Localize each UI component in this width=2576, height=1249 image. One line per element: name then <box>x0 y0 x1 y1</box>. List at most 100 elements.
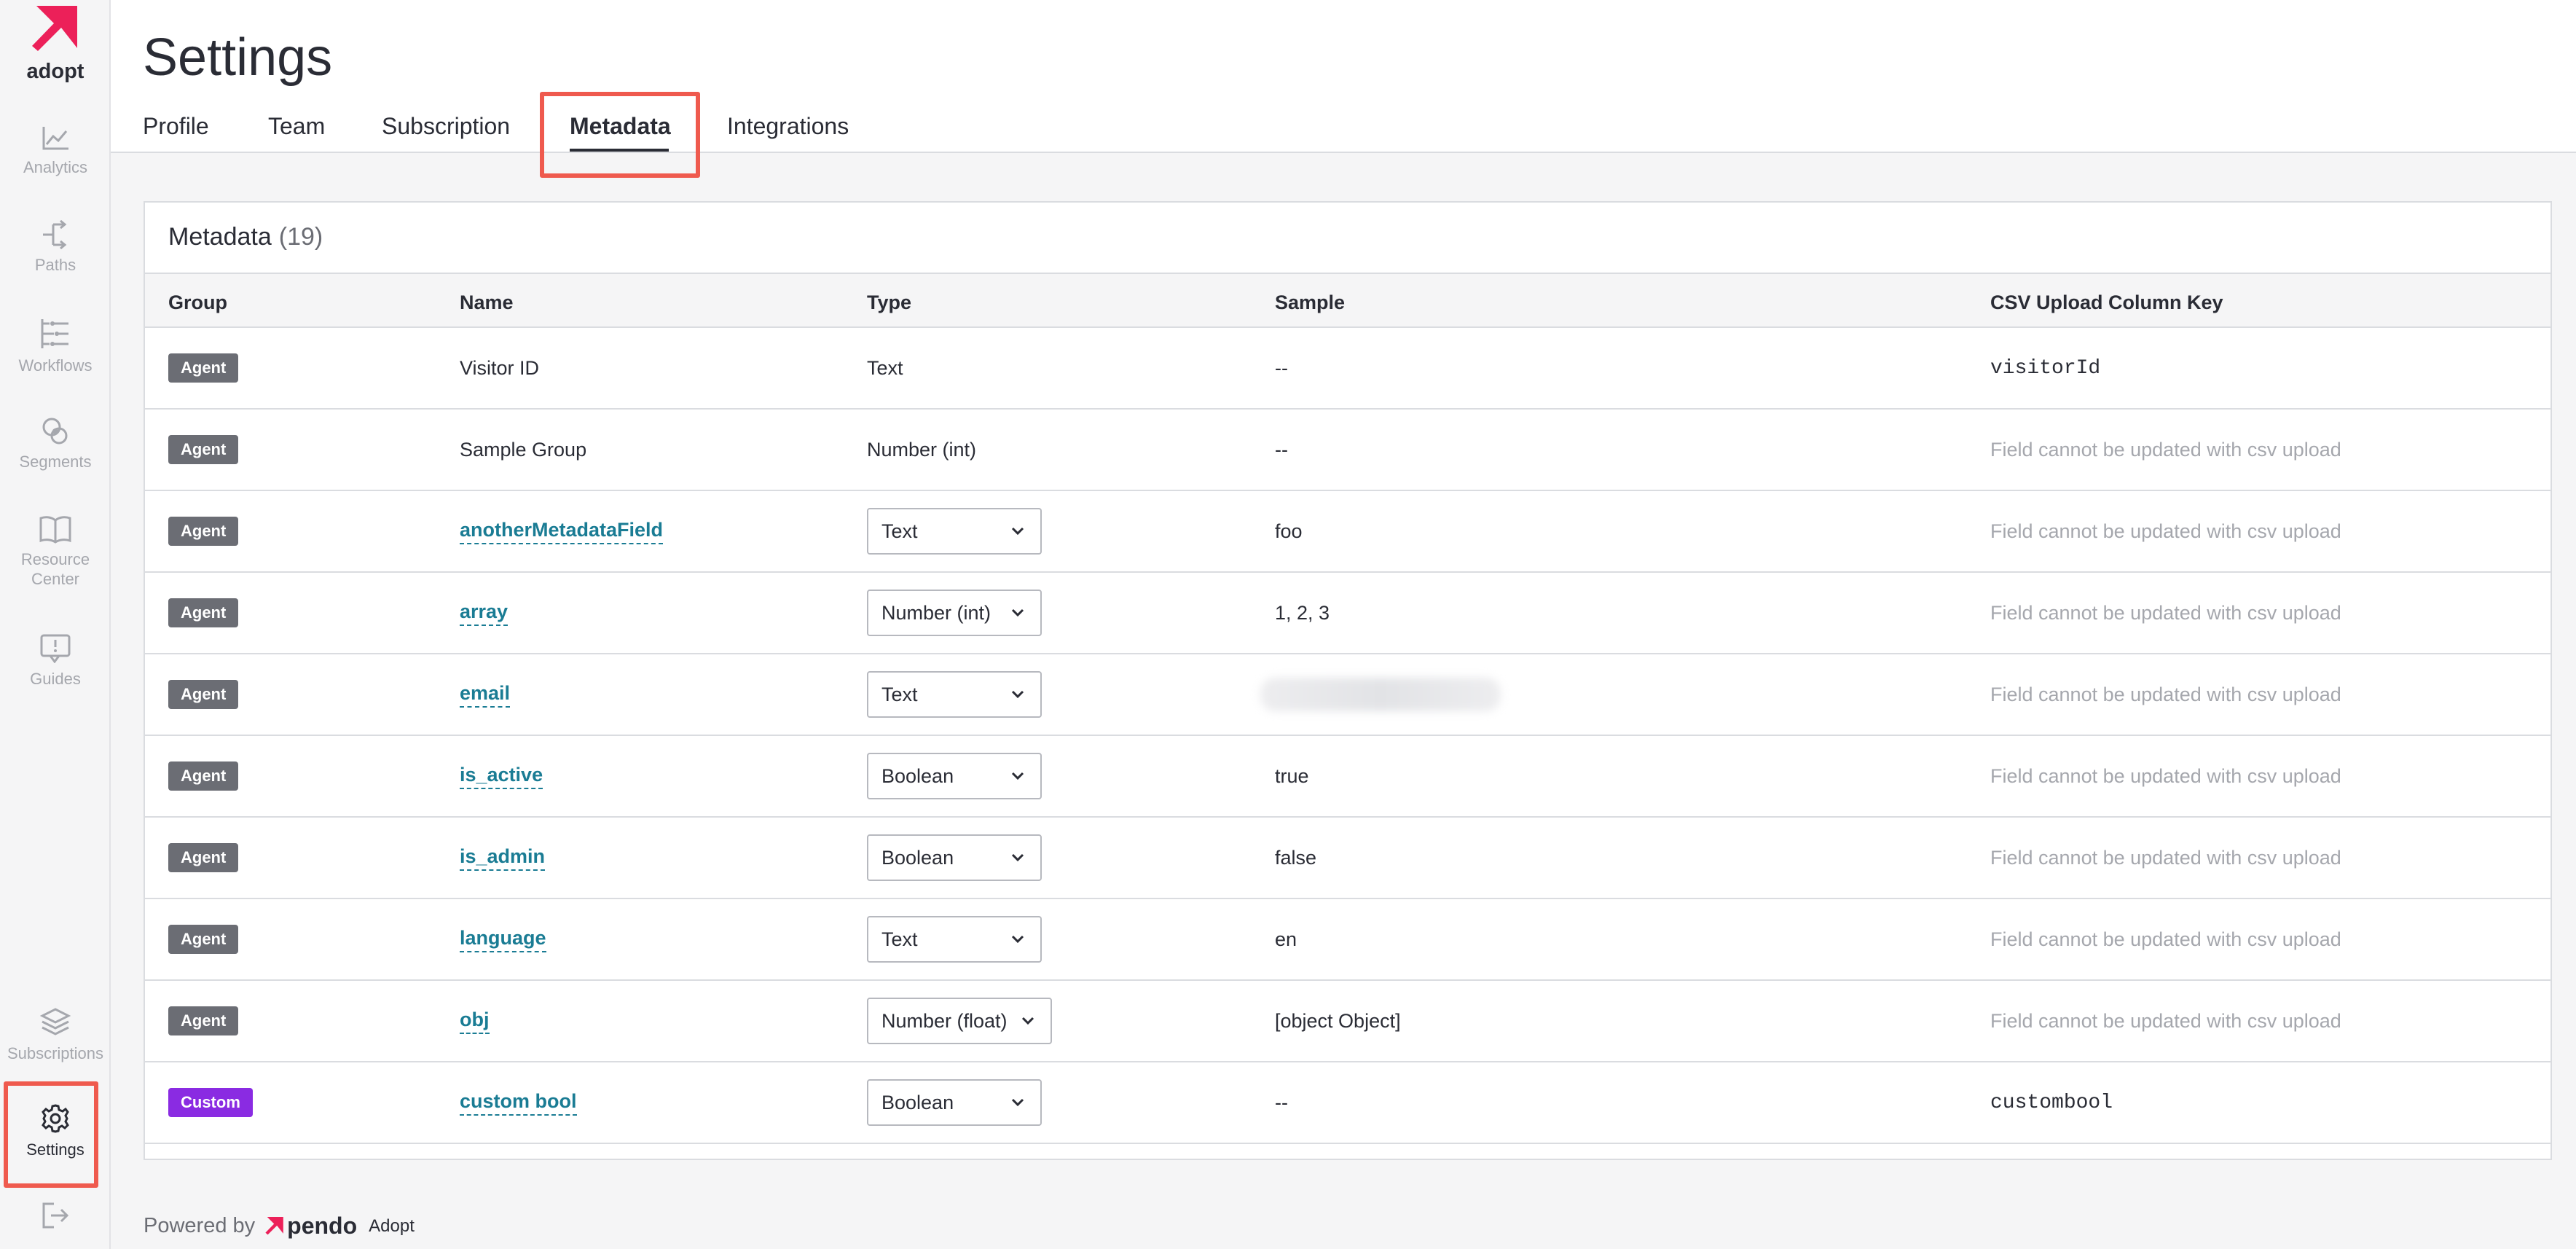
group-badge: Agent <box>168 435 239 464</box>
table-row: Agent anotherMetadataField Text foo Fiel… <box>145 491 2551 573</box>
metadata-type: Text <box>867 356 903 379</box>
metadata-name: Sample Group <box>460 438 587 461</box>
metadata-sample: foo <box>1275 520 1303 542</box>
metadata-name-link[interactable]: custom bool <box>460 1090 577 1116</box>
table-row: Custom custom bool Boolean -- custombool <box>145 1062 2551 1144</box>
sidebar-item-label: Subscriptions <box>7 1044 104 1062</box>
product-name: Adopt <box>369 1215 415 1236</box>
page-title: Settings <box>143 28 333 87</box>
group-badge: Agent <box>168 925 239 954</box>
column-header-type: Type <box>867 291 912 313</box>
table-row: Agent language Text en Field cannot be u… <box>145 899 2551 981</box>
type-select-value: Text <box>881 928 918 950</box>
chevron-down-icon <box>1011 935 1024 944</box>
metadata-card: Metadata (19) Group Name Type Sample CSV … <box>144 201 2552 1160</box>
csv-column-key: visitorId <box>1990 356 2101 380</box>
card-title: Metadata (19) <box>168 223 323 251</box>
type-select-value: Text <box>881 683 918 705</box>
csv-column-key: Field cannot be updated with csv upload <box>1990 438 2341 461</box>
card-title-text: Metadata <box>168 223 272 251</box>
metadata-sample: -- <box>1275 356 1288 379</box>
sidebar-item-label: Segments <box>19 453 92 471</box>
metadata-name-link[interactable]: array <box>460 600 508 626</box>
table-row: Agent is_active Boolean true Field canno… <box>145 736 2551 818</box>
metadata-sample: false <box>1275 846 1317 869</box>
type-select[interactable]: Boolean <box>867 753 1042 799</box>
segments-icon <box>42 418 68 445</box>
tab-subscription[interactable]: Subscription <box>382 113 510 140</box>
metadata-name-link[interactable]: language <box>460 927 546 952</box>
type-select-value: Number (float) <box>881 1009 1008 1032</box>
csv-column-key: Field cannot be updated with csv upload <box>1990 928 2341 950</box>
metadata-name-link[interactable]: is_admin <box>460 845 546 871</box>
csv-column-key: Field cannot be updated with csv upload <box>1990 846 2341 869</box>
chevron-down-icon <box>1011 1098 1024 1107</box>
csv-column-key: Field cannot be updated with csv upload <box>1990 1009 2341 1032</box>
table-row: Agent array Number (int) 1, 2, 3 Field c… <box>145 573 2551 654</box>
chevron-down-icon <box>1011 527 1024 536</box>
group-badge: Agent <box>168 1006 239 1035</box>
group-badge: Agent <box>168 517 239 546</box>
type-select[interactable]: Text <box>867 916 1042 963</box>
metadata-name-link[interactable]: email <box>460 682 511 708</box>
sidebar-item-label: Workflows <box>18 356 93 375</box>
type-select[interactable]: Boolean <box>867 1079 1042 1126</box>
metadata-sample: -- <box>1275 1091 1288 1113</box>
page-header: Settings Profile Team Subscription Metad… <box>111 0 2576 178</box>
subscriptions-icon <box>40 1008 71 1035</box>
footer: Powered by pendo Adopt <box>144 1213 415 1240</box>
group-badge: Agent <box>168 353 239 383</box>
sidebar: adopt Analytics Paths Workflows Segments… <box>0 0 111 1249</box>
type-select[interactable]: Number (float) <box>867 998 1052 1044</box>
type-select-value: Boolean <box>881 846 954 869</box>
pendo-logo-icon <box>32 6 77 51</box>
type-select[interactable]: Text <box>867 671 1042 718</box>
powered-by-label: Powered by <box>144 1214 256 1237</box>
table-row: Agent Sample Group Number (int) -- Field… <box>145 410 2551 491</box>
logout-icon <box>42 1202 69 1229</box>
table-row: Agent obj Number (float) [object Object]… <box>145 981 2551 1062</box>
logout-button[interactable] <box>0 1201 111 1236</box>
sidebar-item-guides[interactable]: Guides <box>0 634 111 689</box>
metadata-sample: en <box>1275 928 1297 950</box>
column-header-name: Name <box>460 291 514 313</box>
redacted-sample <box>1260 678 1501 711</box>
metadata-type: Number (int) <box>867 438 977 461</box>
app-logo[interactable]: adopt <box>0 6 111 84</box>
metadata-sample: 1, 2, 3 <box>1275 601 1330 624</box>
metadata-name-link[interactable]: anotherMetadataField <box>460 519 664 544</box>
csv-column-key: Field cannot be updated with csv upload <box>1990 764 2341 787</box>
type-select[interactable]: Number (int) <box>867 590 1042 636</box>
group-badge: Agent <box>168 761 239 791</box>
csv-column-key: Field cannot be updated with csv upload <box>1990 601 2341 624</box>
metadata-name-link[interactable]: is_active <box>460 764 543 789</box>
pendo-logo-icon <box>265 1216 283 1234</box>
metadata-sample: [object Object] <box>1275 1009 1401 1032</box>
metadata-name-link[interactable]: obj <box>460 1009 490 1034</box>
table-row: Agent email Text Field cannot be updated… <box>145 654 2551 736</box>
group-badge: Agent <box>168 843 239 872</box>
sidebar-item-label: Resource Center <box>20 550 90 588</box>
sidebar-item-workflows[interactable]: Workflows <box>0 318 111 375</box>
sidebar-item-paths[interactable]: Paths <box>0 220 111 275</box>
metadata-tab-highlight <box>540 92 700 178</box>
tab-integrations[interactable]: Integrations <box>727 113 849 140</box>
sidebar-item-label: Guides <box>30 670 81 688</box>
type-select[interactable]: Boolean <box>867 834 1042 881</box>
pendo-brand: pendo Adopt <box>265 1213 415 1240</box>
brand-name: pendo <box>287 1213 358 1239</box>
type-select-value: Boolean <box>881 764 954 787</box>
tab-team[interactable]: Team <box>268 113 325 140</box>
sidebar-item-segments[interactable]: Segments <box>0 417 111 471</box>
csv-column-key: custombool <box>1990 1091 2113 1114</box>
chevron-down-icon <box>1011 853 1024 862</box>
paths-icon <box>43 220 67 249</box>
type-select[interactable]: Text <box>867 508 1042 555</box>
column-header-sample: Sample <box>1275 291 1346 313</box>
sidebar-item-analytics[interactable]: Analytics <box>0 125 111 177</box>
metadata-count: (19) <box>278 223 323 251</box>
sidebar-item-resource-center[interactable]: Resource Center <box>0 514 111 589</box>
sidebar-item-subscriptions[interactable]: Subscriptions <box>0 1007 111 1063</box>
tab-profile[interactable]: Profile <box>143 113 209 140</box>
table-row: Agent Visitor ID Text -- visitorId <box>145 328 2551 410</box>
